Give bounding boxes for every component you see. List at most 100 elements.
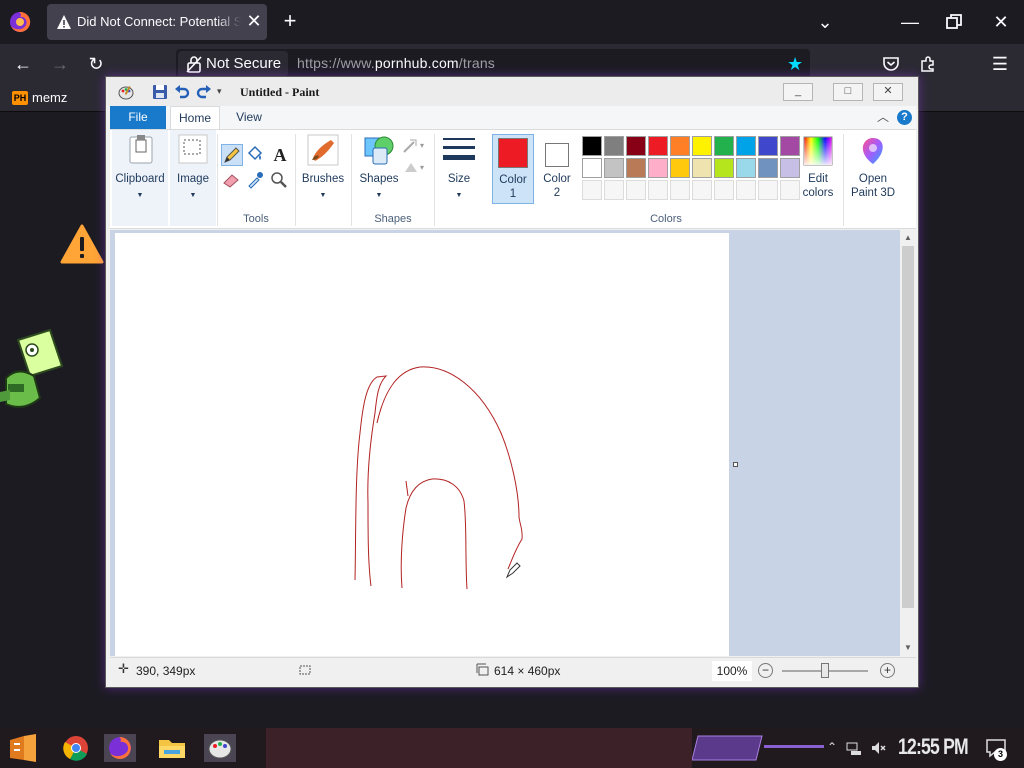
tab-view[interactable]: View: [228, 106, 270, 129]
palette-color-swatch[interactable]: [626, 136, 646, 156]
bookmark-star-icon[interactable]: ★: [787, 55, 805, 73]
palette-color-swatch[interactable]: [714, 158, 734, 178]
reload-icon[interactable]: ↻: [86, 54, 106, 74]
save-icon[interactable]: [152, 84, 168, 100]
url-text[interactable]: https://www.pornhub.com/trans: [297, 55, 495, 71]
palette-custom-swatch[interactable]: [692, 180, 712, 200]
tab-list-chevron-icon[interactable]: ⌄: [813, 10, 837, 34]
tray-overflow-chevron-icon[interactable]: ⌃: [824, 740, 840, 756]
pocket-icon[interactable]: [882, 55, 900, 73]
open-paint3d-button[interactable]: Open Paint 3D: [845, 130, 901, 210]
magnifier-tool[interactable]: [269, 170, 291, 192]
palette-color-swatch[interactable]: [758, 136, 778, 156]
paint-window: ▾ Untitled - Paint _ □ ✕ File Home View …: [105, 76, 919, 688]
palette-custom-swatch[interactable]: [714, 180, 734, 200]
paint-close-button[interactable]: ✕: [873, 83, 903, 101]
palette-custom-swatch[interactable]: [604, 180, 624, 200]
palette-color-swatch[interactable]: [582, 136, 602, 156]
fill-tool[interactable]: [245, 144, 267, 166]
paint-maximize-button[interactable]: □: [833, 83, 863, 101]
forward-icon[interactable]: →: [50, 54, 70, 74]
collapse-ribbon-icon[interactable]: ︿: [877, 108, 889, 125]
eraser-tool[interactable]: [221, 170, 243, 192]
chrome-icon[interactable]: [60, 734, 92, 762]
palette-custom-swatch[interactable]: [648, 180, 668, 200]
text-tool[interactable]: A: [269, 144, 291, 166]
browser-tab-active[interactable]: Did Not Connect: Potential Security Issu…: [47, 4, 267, 40]
new-tab-button[interactable]: +: [279, 10, 301, 32]
palette-custom-swatch[interactable]: [670, 180, 690, 200]
customize-qat-icon[interactable]: ▾: [217, 86, 233, 102]
color2-button[interactable]: Color 2: [536, 134, 578, 204]
zoom-out-icon[interactable]: −: [758, 663, 773, 678]
minimize-icon[interactable]: —: [898, 10, 922, 34]
restore-icon[interactable]: [944, 12, 964, 32]
zoom-in-icon[interactable]: +: [880, 663, 895, 678]
browser-tab-bar: Did Not Connect: Potential Security Issu…: [0, 0, 1024, 44]
paint-taskbar-icon[interactable]: [204, 734, 236, 762]
tools-group-label: Tools: [243, 213, 269, 225]
tab-title: Did Not Connect: Potential Security Issu…: [77, 14, 241, 29]
taskbar-clock[interactable]: 12:55 PM: [898, 734, 969, 760]
tab-file[interactable]: File: [110, 106, 166, 129]
magnifier-icon: [271, 172, 287, 188]
file-explorer-icon[interactable]: [156, 734, 188, 762]
palette-color-swatch[interactable]: [648, 158, 668, 178]
palette-color-swatch[interactable]: [582, 158, 602, 178]
url-bar[interactable]: Not Secure https://www.pornhub.com/trans…: [176, 49, 810, 79]
help-icon[interactable]: ?: [897, 110, 912, 125]
tab-home[interactable]: Home: [170, 106, 220, 129]
firefox-taskbar-icon[interactable]: [104, 734, 136, 762]
paint-minimize-button[interactable]: _: [783, 83, 813, 101]
palette-custom-swatch[interactable]: [758, 180, 778, 200]
start-button-icon[interactable]: [6, 734, 40, 762]
clipboard-button[interactable]: Clipboard ▼: [112, 130, 168, 226]
palette-color-swatch[interactable]: [714, 136, 734, 156]
menu-icon[interactable]: ☰: [990, 54, 1010, 74]
scroll-down-icon[interactable]: ▼: [900, 640, 916, 656]
palette-color-swatch[interactable]: [670, 136, 690, 156]
palette-color-swatch[interactable]: [604, 158, 624, 178]
network-icon[interactable]: [846, 740, 862, 756]
tab-close-icon[interactable]: ✕: [245, 12, 263, 30]
not-secure-badge[interactable]: Not Secure: [178, 51, 288, 77]
palette-color-swatch[interactable]: [736, 136, 756, 156]
extensions-icon[interactable]: [919, 55, 937, 73]
color1-button[interactable]: Color 1: [492, 134, 534, 204]
palette-color-swatch[interactable]: [670, 158, 690, 178]
palette-custom-swatch[interactable]: [582, 180, 602, 200]
drawing-canvas[interactable]: [115, 233, 729, 656]
pencil-tool[interactable]: [221, 144, 243, 166]
brushes-button[interactable]: Brushes ▼: [298, 130, 348, 210]
zoom-slider-thumb[interactable]: [821, 663, 829, 678]
paint-app-icon[interactable]: [118, 84, 134, 100]
image-button[interactable]: Image ▼: [170, 130, 216, 226]
redo-icon[interactable]: [196, 84, 212, 100]
fill-shape-icon[interactable]: ▾: [402, 160, 428, 176]
pencil-icon: [224, 147, 240, 163]
palette-color-swatch[interactable]: [648, 136, 668, 156]
back-icon[interactable]: ←: [13, 54, 33, 74]
palette-color-swatch[interactable]: [626, 158, 646, 178]
scrollbar-thumb[interactable]: [902, 246, 914, 608]
volume-muted-icon[interactable]: [870, 740, 886, 756]
bookmark-memz[interactable]: memz: [32, 90, 67, 105]
palette-custom-swatch[interactable]: [736, 180, 756, 200]
outline-icon[interactable]: ▾: [402, 138, 428, 154]
shapes-button[interactable]: Shapes ▼: [353, 130, 405, 210]
color-picker-tool[interactable]: [245, 170, 267, 192]
palette-color-swatch[interactable]: [692, 136, 712, 156]
palette-custom-swatch[interactable]: [626, 180, 646, 200]
palette-color-swatch[interactable]: [758, 158, 778, 178]
undo-icon[interactable]: [174, 84, 190, 100]
palette-color-swatch[interactable]: [604, 136, 624, 156]
palette-color-swatch[interactable]: [692, 158, 712, 178]
scroll-up-icon[interactable]: ▲: [900, 230, 916, 246]
vertical-scrollbar[interactable]: ▲ ▼: [900, 230, 916, 656]
edit-colors-button[interactable]: Edit colors: [796, 130, 840, 210]
close-window-icon[interactable]: ✕: [989, 10, 1013, 34]
canvas-resize-handle[interactable]: [733, 462, 738, 467]
palette-color-swatch[interactable]: [736, 158, 756, 178]
firefox-logo-icon[interactable]: [9, 11, 31, 33]
size-button[interactable]: Size ▼: [436, 130, 482, 210]
